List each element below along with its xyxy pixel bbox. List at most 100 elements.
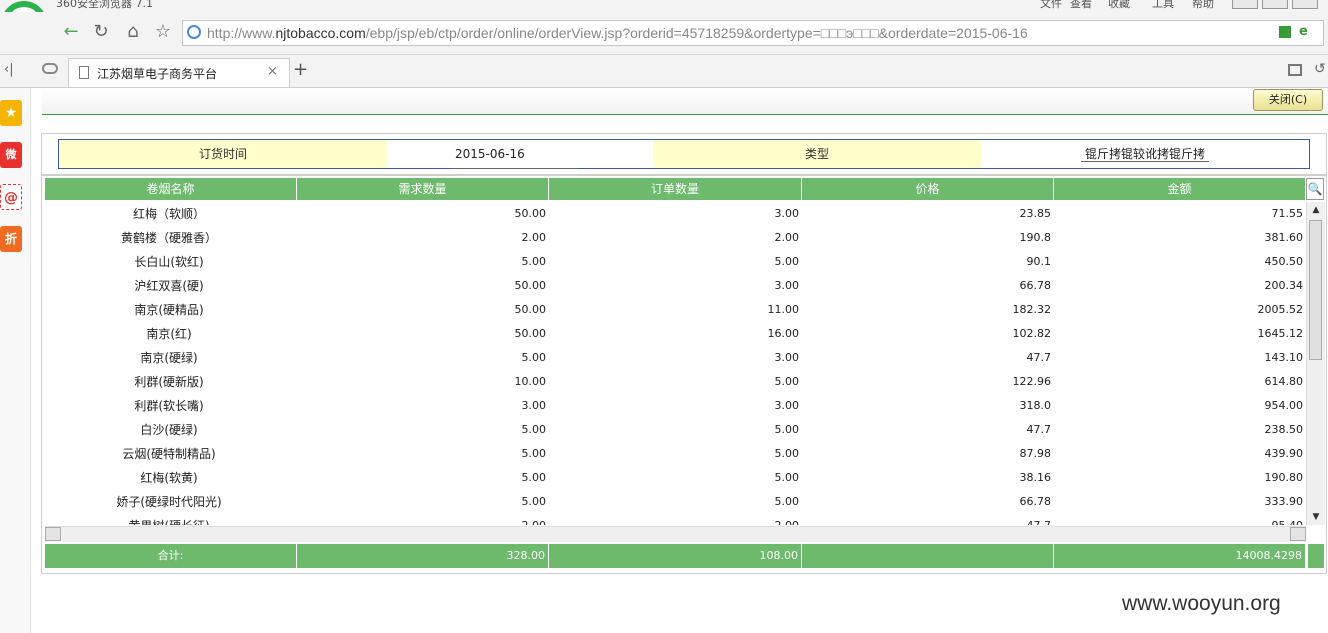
cell-price: 190.8 — [1019, 231, 1052, 244]
cell-price: 38.16 — [1019, 471, 1052, 484]
tab-bar: ‹| 江苏烟草电子商务平台 × + ↺ — [0, 55, 1328, 88]
grid-body: 红梅（软顺） 50.00 3.00 23.85 71.55 黄鹤楼（硬雅香） 2.00 2.0… — [45, 202, 1306, 525]
menu-favorites[interactable]: 收藏 — [1108, 0, 1130, 11]
cloud-icon[interactable] — [42, 63, 58, 74]
horizontal-scrollbar[interactable] — [45, 526, 1306, 542]
table-row[interactable]: 南京(硬精品) 50.00 11.00 182.32 2005.52 — [45, 298, 1306, 322]
table-row[interactable]: 云烟(硬特制精品) 5.00 5.00 87.98 439.90 — [45, 442, 1306, 466]
cell-price: 47.7 — [1026, 423, 1052, 436]
cell-price: 182.32 — [1012, 303, 1052, 316]
table-row[interactable]: 长白山(软红) 5.00 5.00 90.1 450.50 — [45, 250, 1306, 274]
table-row[interactable]: 利群(软长嘴) 3.00 3.00 318.0 954.00 — [45, 394, 1306, 418]
tab-scroll-left-icon[interactable]: ‹| — [4, 62, 14, 77]
scroll-down-icon[interactable]: ▼ — [1307, 509, 1325, 525]
cell-order-qty: 3.00 — [774, 279, 800, 292]
cell-amount: 2005.52 — [1257, 303, 1304, 316]
window-minimize-button[interactable] — [1262, 0, 1288, 9]
cell-price: 66.78 — [1019, 495, 1052, 508]
table-row[interactable]: 黄果树(硬长征)2.002.0047.795.40 — [45, 514, 1306, 525]
discount-icon[interactable]: 折 — [0, 226, 22, 252]
cell-name: 南京(红) — [146, 327, 192, 341]
cell-name: 红梅(软黄) — [140, 471, 198, 485]
column-header-order-qty[interactable]: 订单数量 — [549, 178, 802, 200]
vertical-scrollbar[interactable]: ▲ ▼ — [1306, 202, 1325, 525]
cell-demand: 5.00 — [521, 471, 547, 484]
tab-close-icon[interactable]: × — [267, 64, 278, 79]
column-header-name[interactable]: 卷烟名称 — [45, 178, 297, 200]
cell-demand: 5.00 — [521, 447, 547, 460]
tab-active[interactable]: 江苏烟草电子商务平台 × — [68, 58, 290, 87]
cell-demand: 50.00 — [514, 327, 547, 340]
weibo-icon[interactable]: 微 — [0, 142, 22, 168]
new-tab-button[interactable]: + — [293, 59, 308, 80]
table-row[interactable]: 南京(红) 50.00 16.00 102.82 1645.12 — [45, 322, 1306, 346]
mail-icon[interactable]: @ — [0, 184, 22, 210]
table-row[interactable]: 娇子(硬绿时代阳光) 5.00 5.00 66.78 333.90 — [45, 490, 1306, 514]
scroll-right-icon[interactable] — [1290, 527, 1306, 541]
restore-tabs-icon[interactable] — [1288, 64, 1302, 76]
menu-tools[interactable]: 工具 — [1152, 0, 1174, 11]
undo-icon[interactable]: ↺ — [1314, 61, 1326, 77]
cell-demand: 2.00 — [297, 514, 547, 525]
cell-price: 47.7 — [802, 514, 1052, 525]
left-sidebar: ★ 微 @ 折 — [0, 88, 31, 633]
refresh-icon[interactable]: ↻ — [88, 19, 114, 45]
compat-mode-icon[interactable]: e — [1299, 24, 1313, 40]
grid-footer-totals: 合计: 328.00 108.00 14008.4298 — [45, 544, 1306, 568]
cell-demand: 50.00 — [514, 279, 547, 292]
page-icon — [79, 66, 89, 79]
globe-icon — [187, 25, 201, 39]
scroll-thumb[interactable] — [1309, 220, 1322, 360]
address-toolbar: ← ↻ ⌂ ☆ http://www.njtobacco.com/ebp/jsp… — [0, 12, 1328, 55]
cell-name: 娇子(硬绿时代阳光) — [116, 495, 222, 509]
table-row[interactable]: 黄鹤楼（硬雅香） 2.00 2.00 190.8 381.60 — [45, 226, 1306, 250]
browser-title: 360安全浏览器 7.1 — [56, 0, 153, 10]
cell-order-qty: 3.00 — [774, 399, 800, 412]
window-maximize-button[interactable] — [1292, 0, 1318, 9]
cell-price: 47.7 — [1026, 351, 1052, 364]
close-button[interactable]: 关闭(C) — [1253, 89, 1323, 111]
order-total: 108.00 — [549, 544, 802, 568]
menu-file[interactable]: 文件 — [1040, 0, 1062, 11]
favorites-star-icon[interactable]: ★ — [0, 100, 22, 126]
scroll-up-icon[interactable]: ▲ — [1307, 202, 1325, 218]
scroll-left-icon[interactable] — [45, 527, 61, 541]
table-row[interactable]: 红梅(软黄) 5.00 5.00 38.16 190.80 — [45, 466, 1306, 490]
cell-order-qty: 3.00 — [774, 207, 800, 220]
cell-order-qty: 11.00 — [767, 303, 800, 316]
table-row[interactable]: 沪红双喜(硬) 50.00 3.00 66.78 200.34 — [45, 274, 1306, 298]
cell-amount: 333.90 — [1264, 495, 1304, 508]
type-label: 类型 — [653, 140, 981, 168]
url-text[interactable]: http://www.njtobacco.com/ebp/jsp/eb/ctp/… — [207, 25, 1028, 41]
qr-code-icon[interactable] — [1279, 26, 1291, 38]
menu-view[interactable]: 查看 — [1070, 0, 1092, 11]
cell-demand: 5.00 — [521, 255, 547, 268]
url-bar[interactable]: http://www.njtobacco.com/ebp/jsp/eb/ctp/… — [182, 20, 1324, 46]
column-header-amount[interactable]: 金额 — [1054, 178, 1306, 200]
cell-amount: 614.80 — [1264, 375, 1304, 388]
window-menu-button[interactable] — [1232, 0, 1258, 9]
table-row[interactable]: 利群(硬新版) 10.00 5.00 122.96 614.80 — [45, 370, 1306, 394]
cell-demand: 50.00 — [514, 207, 547, 220]
column-header-demand[interactable]: 需求数量 — [297, 178, 549, 200]
table-row[interactable]: 红梅（软顺） 50.00 3.00 23.85 71.55 — [45, 202, 1306, 226]
cell-demand: 2.00 — [521, 231, 547, 244]
grid-search-icon[interactable]: 🔍 — [1306, 178, 1324, 200]
star-icon[interactable]: ☆ — [150, 19, 176, 45]
menu-help[interactable]: 帮助 — [1192, 0, 1214, 11]
cell-price: 122.96 — [1012, 375, 1052, 388]
cell-order-qty: 2.00 — [774, 231, 800, 244]
table-row[interactable]: 白沙(硬绿) 5.00 5.00 47.7 238.50 — [45, 418, 1306, 442]
watermark: www.wooyun.org — [1122, 592, 1281, 615]
home-icon[interactable]: ⌂ — [120, 19, 146, 45]
cell-demand: 5.00 — [521, 423, 547, 436]
cell-amount: 1645.12 — [1257, 327, 1304, 340]
cell-demand: 5.00 — [521, 495, 547, 508]
cell-amount: 381.60 — [1264, 231, 1304, 244]
cell-amount: 190.80 — [1264, 471, 1304, 484]
cell-amount: 95.40 — [1054, 514, 1304, 525]
column-header-price[interactable]: 价格 — [802, 178, 1054, 200]
cell-price: 87.98 — [1019, 447, 1052, 460]
table-row[interactable]: 南京(硬绿) 5.00 3.00 47.7 143.10 — [45, 346, 1306, 370]
back-arrow-icon[interactable]: ← — [58, 19, 84, 45]
